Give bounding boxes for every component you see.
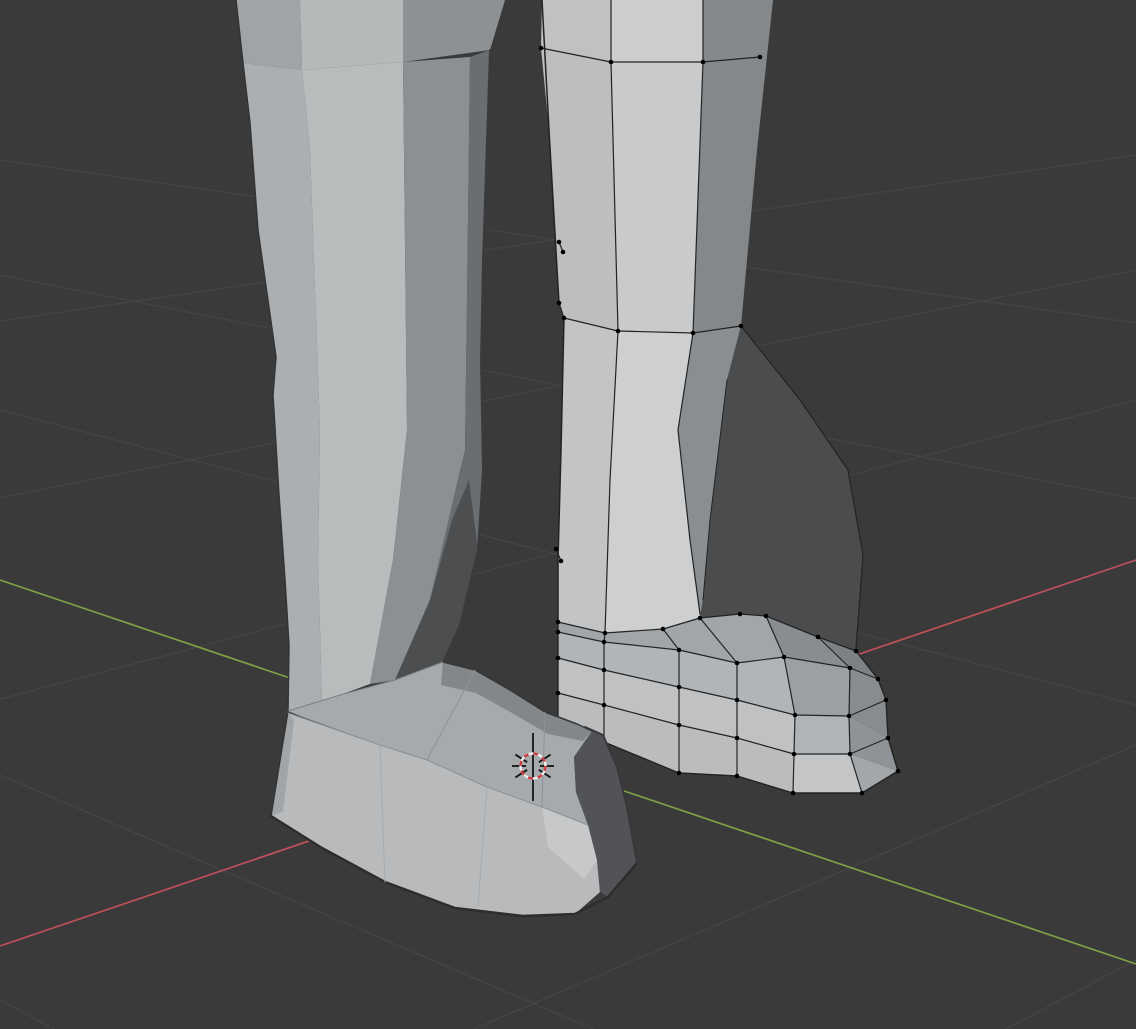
mesh-vertex[interactable] bbox=[792, 752, 797, 757]
mesh-vertex[interactable] bbox=[602, 703, 607, 708]
mesh-vertex[interactable] bbox=[556, 620, 561, 625]
mesh-vertex[interactable] bbox=[854, 649, 859, 654]
mesh-face[interactable] bbox=[236, 0, 302, 70]
mesh-vertex[interactable] bbox=[677, 648, 682, 653]
mesh-vertex[interactable] bbox=[556, 630, 561, 635]
mesh-vertex[interactable] bbox=[661, 627, 666, 632]
mesh-vertex[interactable] bbox=[602, 668, 607, 673]
mesh-vertex[interactable] bbox=[677, 771, 682, 776]
mesh-vertex[interactable] bbox=[556, 691, 561, 696]
mesh-vertex[interactable] bbox=[860, 791, 865, 796]
mesh-face[interactable] bbox=[300, 0, 403, 70]
mesh-vertex[interactable] bbox=[562, 316, 567, 321]
mesh-vertex[interactable] bbox=[782, 655, 787, 660]
mesh-vertex[interactable] bbox=[735, 774, 740, 779]
mesh-vertex[interactable] bbox=[847, 714, 852, 719]
mesh-vertex[interactable] bbox=[557, 240, 562, 245]
mesh-vertex[interactable] bbox=[616, 329, 621, 334]
mesh-vertex[interactable] bbox=[539, 46, 544, 51]
mesh-vertex[interactable] bbox=[739, 324, 744, 329]
mesh-vertex[interactable] bbox=[691, 331, 696, 336]
mesh-vertex[interactable] bbox=[896, 769, 901, 774]
mesh-vertex[interactable] bbox=[559, 559, 564, 564]
mesh-vertex[interactable] bbox=[609, 60, 614, 65]
viewport-canvas[interactable] bbox=[0, 0, 1136, 1029]
mesh-vertex[interactable] bbox=[735, 661, 740, 666]
mesh-vertex[interactable] bbox=[603, 631, 608, 636]
mesh-vertex[interactable] bbox=[557, 301, 562, 306]
mesh-vertex[interactable] bbox=[791, 791, 796, 796]
mesh-vertex[interactable] bbox=[735, 736, 740, 741]
mesh-vertex[interactable] bbox=[561, 250, 566, 255]
mesh-vertex[interactable] bbox=[848, 666, 853, 671]
mesh-vertex[interactable] bbox=[738, 612, 743, 617]
mesh-vertex[interactable] bbox=[816, 635, 821, 640]
mesh-vertex[interactable] bbox=[764, 614, 769, 619]
mesh-vertex[interactable] bbox=[876, 677, 881, 682]
mesh-face[interactable] bbox=[611, 0, 703, 62]
mesh-vertex[interactable] bbox=[677, 685, 682, 690]
mesh-vertex[interactable] bbox=[884, 698, 889, 703]
mesh-face[interactable] bbox=[794, 715, 850, 754]
mesh-vertex[interactable] bbox=[735, 698, 740, 703]
mesh-vertex[interactable] bbox=[701, 60, 706, 65]
mesh-vertex[interactable] bbox=[698, 616, 703, 621]
mesh-vertex[interactable] bbox=[602, 640, 607, 645]
mesh-vertex[interactable] bbox=[848, 752, 853, 757]
mesh-vertex[interactable] bbox=[758, 55, 763, 60]
mesh-face[interactable] bbox=[611, 62, 703, 333]
blender-3d-viewport[interactable] bbox=[0, 0, 1136, 1029]
mesh-vertex[interactable] bbox=[556, 656, 561, 661]
mesh-vertex[interactable] bbox=[886, 736, 891, 741]
mesh-vertex[interactable] bbox=[677, 723, 682, 728]
mesh-vertex[interactable] bbox=[554, 547, 559, 552]
mesh-vertex[interactable] bbox=[793, 713, 798, 718]
